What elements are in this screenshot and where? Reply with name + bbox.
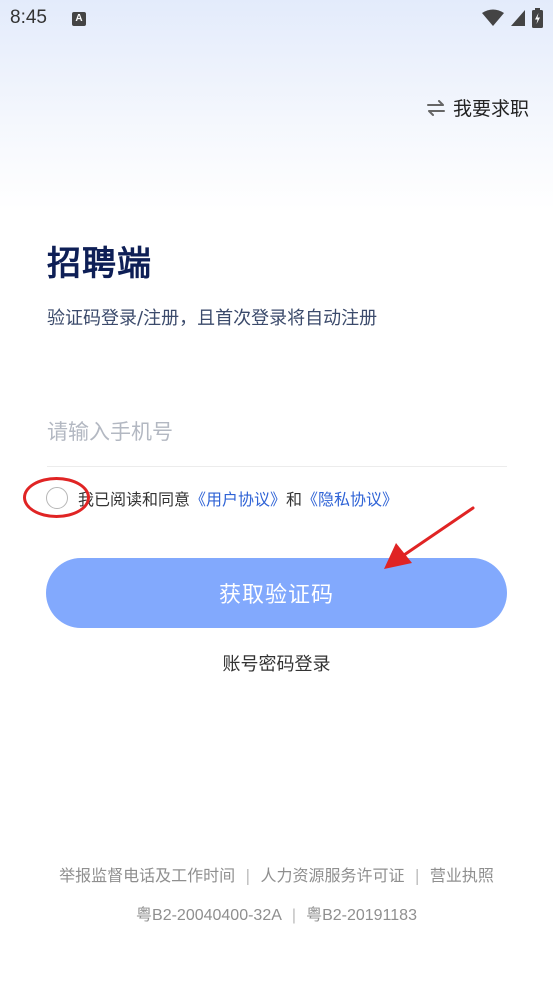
page-subtitle: 验证码登录/注册，且首次登录将自动注册 bbox=[47, 308, 378, 329]
status-icons bbox=[482, 8, 543, 28]
user-agreement-link[interactable]: 《用户协议》 bbox=[190, 486, 286, 510]
footer-separator: | bbox=[245, 866, 251, 885]
footer-licenses: 粤B2-20040400-32A | 粤B2-20191183 bbox=[0, 901, 553, 925]
password-login-link[interactable]: 账号密码登录 bbox=[0, 650, 553, 676]
switch-role-button[interactable]: 我要求职 bbox=[426, 94, 529, 121]
report-hotline-link[interactable]: 举报监督电话及工作时间 bbox=[59, 866, 235, 885]
phone-input[interactable] bbox=[47, 398, 507, 467]
status-time: 8:45 bbox=[10, 7, 47, 28]
page-title: 招聘端 bbox=[47, 244, 152, 284]
agreement-prefix: 我已阅读和同意 bbox=[78, 490, 191, 509]
license-number: 粤B2-20040400-32A bbox=[136, 907, 282, 924]
license-number: 粤B2-20191183 bbox=[306, 907, 417, 924]
hr-license-link[interactable]: 人力资源服务许可证 bbox=[260, 866, 404, 885]
agreement-conjunction: 和 bbox=[286, 490, 303, 509]
signal-icon bbox=[511, 10, 525, 26]
privacy-policy-link[interactable]: 《隐私协议》 bbox=[302, 486, 398, 510]
agreement-row: 我已阅读和同意 《用户协议》 和 《隐私协议》 bbox=[46, 486, 398, 510]
battery-icon bbox=[532, 8, 543, 28]
wifi-icon bbox=[482, 9, 504, 26]
footer-separator: | bbox=[291, 907, 297, 924]
swap-icon bbox=[426, 99, 445, 116]
business-license-link[interactable]: 营业执照 bbox=[430, 866, 494, 885]
switch-role-label: 我要求职 bbox=[452, 98, 529, 120]
footer-separator: | bbox=[414, 866, 420, 885]
footer-links: 举报监督电话及工作时间 | 人力资源服务许可证 | 营业执照 bbox=[0, 862, 553, 886]
notification-a-icon: A bbox=[72, 12, 86, 26]
status-bar: 8:45 A bbox=[0, 0, 553, 40]
get-code-button[interactable]: 获取验证码 bbox=[46, 558, 507, 628]
agreement-checkbox[interactable] bbox=[46, 487, 68, 509]
